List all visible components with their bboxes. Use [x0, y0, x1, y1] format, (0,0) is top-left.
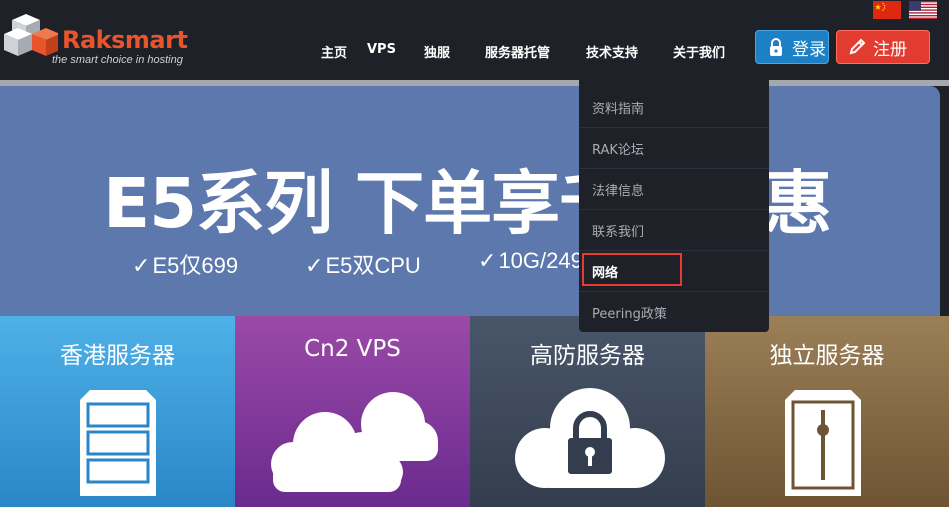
padlock-icon	[770, 38, 782, 56]
hero-feature-3-label: 10G/249	[498, 248, 583, 273]
nav-item-dedicated[interactable]: 独服	[424, 42, 450, 61]
nav-item-home[interactable]: 主页	[321, 42, 347, 61]
cube-logo-icon	[4, 14, 58, 56]
tile-hk-server[interactable]: 香港服务器	[0, 316, 235, 507]
cloud-icon	[271, 392, 438, 492]
nav-item-colocation[interactable]: 服务器托管	[485, 42, 550, 61]
hero-feature-2: ✓E5双CPU	[305, 248, 421, 280]
brand-tagline: the smart choice in hosting	[52, 54, 183, 66]
check-icon: ✓	[478, 248, 497, 273]
check-icon: ✓	[305, 253, 324, 278]
network-highlight-box	[582, 253, 682, 286]
brand-logo[interactable]: Raksmart the smart choice in hosting	[2, 12, 202, 66]
cn-flag-icon[interactable]	[873, 1, 901, 19]
check-icon: ✓	[132, 253, 151, 278]
nav-item-vps[interactable]: VPS	[367, 42, 396, 57]
brand-name: Raksmart	[62, 26, 188, 54]
register-button[interactable]: 注册	[836, 30, 930, 64]
dropdown-item-guides[interactable]: 资料指南	[579, 87, 769, 128]
site-header: Raksmart the smart choice in hosting 主页 …	[0, 0, 949, 80]
dropdown-item-peering[interactable]: Peering政策	[579, 292, 769, 333]
hero-feature-1-label: E5仅699	[152, 253, 239, 278]
hero-feature-3: ✓10G/249	[478, 248, 583, 274]
dropdown-item-legal[interactable]: 法律信息	[579, 169, 769, 210]
tile-dedicated-server-label: 独立服务器	[769, 343, 885, 369]
pencil-icon	[849, 38, 866, 55]
hero-feature-1: ✓E5仅699	[132, 248, 238, 280]
tile-cn2-vps-label: Cn2 VPS	[304, 336, 401, 362]
login-button[interactable]: 登录	[755, 30, 829, 64]
tile-dedicated-server[interactable]: 独立服务器	[705, 316, 949, 507]
server-rack-icon	[80, 390, 156, 496]
tile-cn2-vps[interactable]: Cn2 VPS	[235, 316, 470, 507]
tile-ddos-server-label: 高防服务器	[530, 343, 645, 369]
nav-item-about[interactable]: 关于我们	[673, 42, 725, 61]
nav-item-support[interactable]: 技术支持	[586, 42, 638, 61]
tile-hk-server-label: 香港服务器	[60, 343, 175, 369]
support-dropdown-menu: 资料指南 RAK论坛 法律信息 联系我们 网络 Peering政策	[579, 80, 769, 332]
us-flag-icon[interactable]	[909, 1, 937, 19]
server-tower-icon	[785, 390, 861, 496]
tile-ddos-server[interactable]: 高防服务器	[470, 316, 705, 507]
register-label: 注册	[873, 39, 907, 60]
dropdown-item-contact[interactable]: 联系我们	[579, 210, 769, 251]
dropdown-item-forum[interactable]: RAK论坛	[579, 128, 769, 169]
hero-feature-2-label: E5双CPU	[325, 253, 421, 278]
login-label: 登录	[792, 39, 826, 60]
cloud-lock-icon	[515, 388, 665, 488]
